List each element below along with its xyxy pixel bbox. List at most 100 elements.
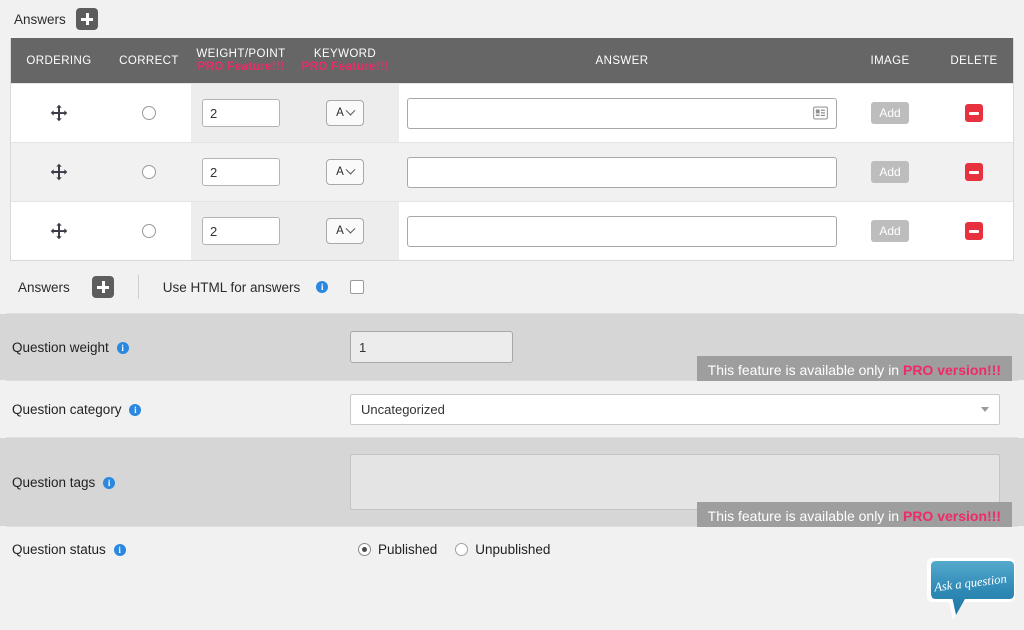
question-tags-row: Question tags i This feature is availabl… [0,438,1024,530]
column-header-correct-label: CORRECT [119,54,179,67]
question-category-label: Question category i [12,402,350,417]
table-row: A Add [11,201,1013,260]
add-answer-button-bottom[interactable] [91,276,114,298]
info-icon[interactable]: i [103,476,116,489]
column-header-weight: WEIGHT/POINT PRO Feature!!! [191,38,291,83]
move-icon [50,163,68,181]
delete-answer-button[interactable] [965,104,983,122]
column-header-delete: DELETE [935,38,1013,83]
keyword-select-value: A [336,107,344,119]
weight-cell [191,84,291,142]
question-tags-label-text: Question tags [12,474,96,490]
chevron-down-icon [345,164,356,175]
status-option-unpublished[interactable]: Unpublished [455,542,550,557]
correct-answer-radio[interactable] [142,165,156,179]
column-header-delete-label: DELETE [950,54,998,67]
weight-input[interactable] [202,99,280,127]
pro-banner-prefix: This feature is available only in [707,508,903,524]
answers-toolbar-bottom: Answers Use HTML for answers i [0,261,1024,313]
table-row: A Add [11,83,1013,142]
image-cell: Add [845,202,935,260]
keyword-select-value: A [336,225,344,237]
chevron-down-icon [981,406,989,412]
correct-radio-cell[interactable] [107,84,191,142]
info-icon[interactable]: i [316,281,329,293]
answers-table-header: ORDERING CORRECT WEIGHT/POINT PRO Featur… [11,38,1013,83]
question-weight-input[interactable] [350,331,513,363]
delete-cell [935,143,1013,201]
weight-cell [191,143,291,201]
drag-handle-cell[interactable] [11,202,107,260]
drag-handle-cell[interactable] [11,143,107,201]
question-tags-label: Question tags i [12,475,350,490]
use-html-checkbox[interactable] [350,280,365,294]
column-header-correct: CORRECT [107,38,191,83]
delete-cell [935,84,1013,142]
question-status-row: Question status i Published Unpublished [0,527,1024,571]
correct-radio-cell[interactable] [107,143,191,201]
answer-input[interactable] [407,215,837,247]
answers-toolbar-top: Answers [0,0,1024,38]
column-header-keyword-label: KEYWORD [313,48,377,60]
keyword-select-value: A [336,166,344,178]
keyword-select[interactable]: A [326,218,364,244]
add-image-button[interactable]: Add [871,161,909,183]
answers-label-bottom: Answers [18,279,70,295]
status-option-published[interactable]: Published [358,542,437,557]
add-image-button[interactable]: Add [871,102,909,124]
image-cell: Add [845,84,935,142]
published-label: Published [378,541,438,557]
column-header-weight-label: WEIGHT/POINT [196,48,286,60]
answer-input[interactable] [407,97,837,129]
correct-radio-cell[interactable] [107,202,191,260]
table-row: A Add [11,142,1013,201]
question-status-label: Question status i [12,542,350,557]
info-icon[interactable]: i [116,341,129,354]
column-header-keyword: KEYWORD PRO Feature!!! [291,38,399,83]
column-header-ordering: ORDERING [11,38,107,83]
weight-input[interactable] [202,217,280,245]
column-header-weight-pro-badge: PRO Feature!!! [197,61,285,73]
delete-answer-button[interactable] [965,222,983,240]
unpublished-label: Unpublished [475,541,551,557]
contact-card-icon[interactable] [813,106,828,120]
add-answer-button-top[interactable] [75,8,98,30]
add-image-button[interactable]: Add [871,220,909,242]
answers-label-top: Answers [14,11,66,27]
column-header-image-label: IMAGE [870,54,910,67]
unpublished-radio[interactable] [455,542,469,556]
drag-handle-cell[interactable] [11,84,107,142]
info-icon[interactable]: i [129,403,142,416]
pro-version-banner: This feature is available only in PRO ve… [696,356,1012,384]
answers-table: ORDERING CORRECT WEIGHT/POINT PRO Featur… [10,38,1014,261]
move-icon [50,104,68,122]
chevron-down-icon [345,223,356,234]
question-category-select[interactable]: Uncategorized [350,393,1000,425]
ask-a-question-widget[interactable]: Ask a question [922,556,1018,624]
chevron-down-icon [345,105,356,116]
weight-input[interactable] [202,158,280,186]
toolbar-divider [137,275,139,299]
delete-answer-button[interactable] [965,163,983,181]
keyword-select[interactable]: A [326,100,364,126]
question-weight-row: Question weight i This feature is availa… [0,314,1024,384]
correct-answer-radio[interactable] [142,106,156,120]
pro-banner-emphasis: PRO version!!! [902,362,1001,378]
delete-cell [935,202,1013,260]
column-header-answer-label: ANSWER [595,54,649,67]
keyword-cell: A [291,202,399,260]
answer-input[interactable] [407,156,837,188]
keyword-select[interactable]: A [326,159,364,185]
published-radio[interactable] [358,542,371,556]
column-header-ordering-label: ORDERING [26,54,92,67]
info-icon[interactable]: i [113,543,126,556]
correct-answer-radio[interactable] [142,224,156,238]
column-header-image: IMAGE [845,38,935,83]
column-header-keyword-pro-badge: PRO Feature!!! [301,61,389,73]
move-icon [50,222,68,240]
question-status-label-text: Question status [12,541,106,557]
pro-version-banner: This feature is available only in PRO ve… [696,502,1012,530]
column-header-answer: ANSWER [399,38,845,83]
use-html-label: Use HTML for answers [162,279,301,295]
question-category-value: Uncategorized [361,401,445,417]
